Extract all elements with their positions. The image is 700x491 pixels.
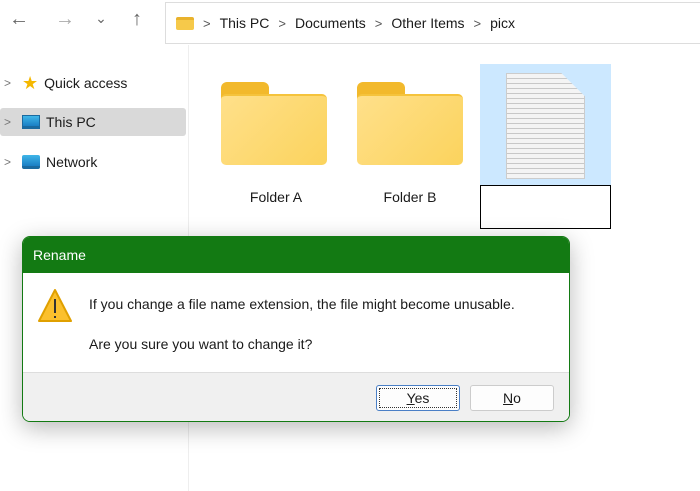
breadcrumb-documents[interactable]: Documents bbox=[295, 15, 366, 31]
dialog-question: Are you sure you want to change it? bbox=[89, 336, 313, 352]
breadcrumb-other-items[interactable]: Other Items bbox=[391, 15, 464, 31]
network-icon bbox=[22, 155, 40, 169]
chevron-right-icon: > bbox=[203, 15, 211, 31]
chevron-right-icon[interactable]: > bbox=[4, 115, 16, 129]
warning-icon bbox=[38, 289, 72, 322]
forward-button[interactable]: → bbox=[50, 8, 80, 31]
up-button[interactable]: ↑ bbox=[122, 8, 152, 31]
file-name[interactable]: Folder A bbox=[216, 189, 336, 205]
breadcrumb-this-pc[interactable]: This PC bbox=[220, 15, 270, 31]
no-button[interactable]: No bbox=[470, 385, 554, 411]
rename-dialog: Rename If you change a file name extensi… bbox=[22, 236, 570, 422]
chevron-right-icon: > bbox=[473, 15, 482, 31]
chevron-right-icon[interactable]: > bbox=[4, 76, 16, 90]
sidebar-item-label: Network bbox=[46, 154, 98, 170]
sidebar-item-label: This PC bbox=[46, 114, 96, 130]
sidebar-item-network[interactable]: > Network bbox=[0, 148, 186, 176]
yes-button-label: Yes bbox=[406, 390, 430, 406]
folder-icon[interactable] bbox=[221, 82, 327, 165]
recent-locations-button[interactable]: ⌄ bbox=[86, 10, 116, 27]
sidebar-item-quick-access[interactable]: > ★ Quick access bbox=[0, 69, 186, 97]
chevron-right-icon: > bbox=[374, 15, 383, 31]
dialog-footer: Yes No bbox=[23, 372, 569, 421]
selected-file-item[interactable] bbox=[480, 64, 611, 185]
sidebar-item-this-pc[interactable]: > This PC bbox=[0, 108, 186, 136]
chevron-right-icon: > bbox=[278, 15, 286, 31]
chevron-right-icon[interactable]: > bbox=[4, 155, 16, 169]
dialog-message: If you change a file name extension, the… bbox=[89, 296, 515, 312]
document-icon bbox=[506, 73, 585, 179]
file-name[interactable]: Folder B bbox=[350, 189, 470, 205]
star-icon: ★ bbox=[22, 72, 39, 93]
rename-input[interactable] bbox=[480, 185, 611, 229]
back-button[interactable]: ← bbox=[4, 8, 34, 31]
sidebar-item-label: Quick access bbox=[44, 75, 128, 91]
dialog-title: Rename bbox=[23, 237, 569, 273]
address-bar[interactable]: > This PC > Documents > Other Items > pi… bbox=[165, 2, 700, 44]
folder-icon[interactable] bbox=[357, 82, 463, 165]
folder-icon bbox=[176, 16, 194, 30]
breadcrumb-picx[interactable]: picx bbox=[490, 15, 515, 31]
monitor-icon bbox=[22, 115, 40, 129]
yes-button[interactable]: Yes bbox=[376, 385, 460, 411]
